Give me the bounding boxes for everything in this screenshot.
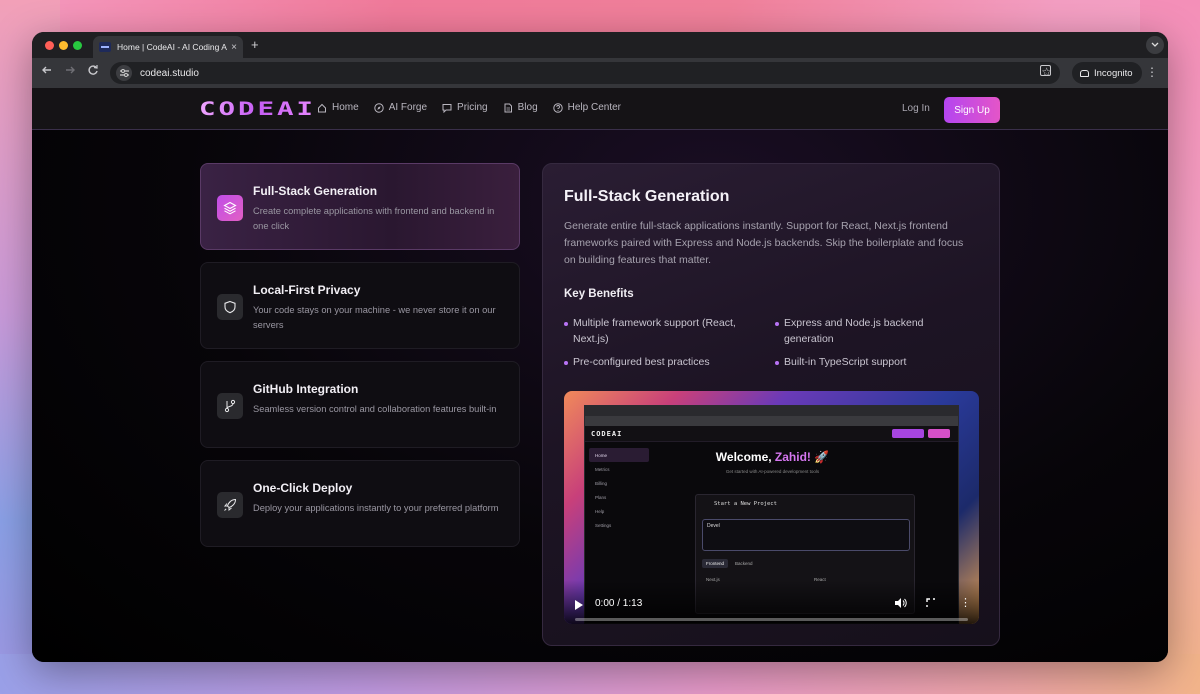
play-icon[interactable] xyxy=(575,600,583,610)
feature-card-full-stack[interactable]: Full-Stack Generation Create complete ap… xyxy=(200,163,520,250)
home-icon xyxy=(318,103,326,112)
video-app-button xyxy=(928,429,950,438)
chevron-down-icon xyxy=(1151,42,1159,47)
video-sidebar-item: Help xyxy=(595,508,605,514)
browser-menu-icon[interactable]: ⋮ xyxy=(1146,65,1158,79)
benefit-item: Express and Node.js backend generation xyxy=(775,315,965,347)
feature-detail-panel: Full-Stack Generation Generate entire fu… xyxy=(542,163,1000,646)
tab-search-button[interactable] xyxy=(1146,36,1164,54)
incognito-label: Incognito xyxy=(1094,67,1133,79)
incognito-icon xyxy=(1080,69,1089,77)
benefit-item: Multiple framework support (React, Next.… xyxy=(564,315,754,347)
video-tabs: Frontend Backend xyxy=(702,559,757,568)
help-icon xyxy=(552,102,563,113)
favicon-icon xyxy=(99,42,111,52)
feature-title: One-Click Deploy xyxy=(253,481,353,495)
login-link[interactable]: Log In xyxy=(902,103,930,114)
url-text: codeai.studio xyxy=(140,67,199,79)
detail-title: Full-Stack Generation xyxy=(564,188,730,205)
video-card-title: Start a New Project xyxy=(714,501,777,507)
browser-tab[interactable]: Home | CodeAI - AI Coding A × xyxy=(93,36,243,58)
site-logo[interactable]: CODEAI xyxy=(199,98,316,120)
shield-icon xyxy=(217,294,243,320)
video-progress-bar[interactable] xyxy=(575,618,968,621)
video-controls: 0:00 / 1:13 ⋮ xyxy=(564,580,979,624)
video-browser-tabbar xyxy=(585,406,958,416)
nav-link-label: Blog xyxy=(517,102,538,113)
benefit-item: Built-in TypeScript support xyxy=(775,354,965,370)
browser-window: Home | CodeAI - AI Coding A × + codeai.s… xyxy=(32,32,1168,662)
feature-title: Full-Stack Generation xyxy=(253,184,378,198)
maximize-window-button[interactable] xyxy=(73,41,82,50)
detail-description: Generate entire full-stack applications … xyxy=(564,220,964,266)
extensions-icon[interactable] xyxy=(1040,65,1051,76)
video-sidebar-item: Plans xyxy=(595,494,607,500)
nav-link-blog[interactable]: Blog xyxy=(503,102,538,113)
rocket-icon xyxy=(217,492,243,518)
reload-icon[interactable] xyxy=(87,64,99,76)
feature-title: Local-First Privacy xyxy=(253,283,361,297)
site-settings-icon[interactable] xyxy=(116,65,132,81)
more-options-icon[interactable]: ⋮ xyxy=(960,596,971,609)
video-sidebar-item: Billing xyxy=(595,480,608,486)
nav-link-pricing[interactable]: Pricing xyxy=(442,102,488,113)
feature-description: Your code stays on your machine - we nev… xyxy=(253,305,496,330)
benefit-item: Pre-configured best practices xyxy=(564,354,754,370)
nav-link-label: AI Forge xyxy=(388,102,428,113)
address-bar[interactable]: codeai.studio ☆ xyxy=(110,62,1060,84)
feature-title: GitHub Integration xyxy=(253,382,359,396)
feature-card-privacy[interactable]: Local-First Privacy Your code stays on y… xyxy=(200,262,520,349)
video-app-logo: CODEAI xyxy=(591,430,623,438)
nav-links: Home AI Forge Pricing Blog Help Center xyxy=(317,102,621,113)
video-sidebar-item: Settings xyxy=(595,522,612,528)
new-tab-button[interactable]: + xyxy=(251,37,259,52)
back-arrow-icon[interactable] xyxy=(41,64,53,76)
video-welcome-heading: Welcome, Zahid! 🚀 xyxy=(585,450,960,464)
nav-link-home[interactable]: Home xyxy=(317,102,359,113)
close-window-button[interactable] xyxy=(45,41,54,50)
browser-toolbar: codeai.studio ☆ Incognito ⋮ xyxy=(32,58,1168,88)
feature-description: Seamless version control and collaborati… xyxy=(253,404,497,414)
compass-icon xyxy=(373,102,384,113)
site-navbar: CODEAI Home AI Forge Pricing Blog Help C… xyxy=(32,88,1168,130)
document-icon xyxy=(504,103,512,112)
chat-icon xyxy=(442,103,452,113)
forward-arrow-icon[interactable] xyxy=(64,64,76,76)
video-tab: Frontend xyxy=(702,559,729,568)
demo-video-player[interactable]: CODEAI Home Metrics Billing Plans Help S… xyxy=(564,391,979,624)
nav-link-label: Home xyxy=(332,102,359,113)
incognito-indicator[interactable]: Incognito xyxy=(1072,62,1142,84)
nav-link-label: Pricing xyxy=(457,102,488,113)
video-tab: Backend xyxy=(735,561,753,566)
minimize-window-button[interactable] xyxy=(59,41,68,50)
tab-strip: Home | CodeAI - AI Coding A × + xyxy=(32,32,1168,58)
git-branch-icon xyxy=(217,393,243,419)
video-app-button xyxy=(892,429,924,438)
feature-description: Create complete applications with fronte… xyxy=(253,206,495,231)
video-welcome-prefix: Welcome, xyxy=(715,450,775,464)
video-welcome-subtitle: Get started with AI-powered development … xyxy=(725,469,820,474)
video-prompt-input: Devel xyxy=(702,519,910,551)
volume-icon[interactable] xyxy=(894,597,908,609)
signup-button[interactable]: Sign Up xyxy=(944,97,1000,123)
benefits-heading: Key Benefits xyxy=(564,288,634,300)
feature-description: Deploy your applications instantly to yo… xyxy=(253,503,499,513)
nav-link-help-center[interactable]: Help Center xyxy=(552,102,621,113)
tab-title: Home | CodeAI - AI Coding A xyxy=(117,42,227,52)
video-time: 0:00 / 1:13 xyxy=(595,598,643,609)
video-input-text: Devel xyxy=(707,523,720,529)
fullscreen-icon[interactable] xyxy=(926,598,935,607)
nav-link-ai-forge[interactable]: AI Forge xyxy=(373,102,428,113)
nav-link-label: Help Center xyxy=(567,102,621,113)
feature-card-github[interactable]: GitHub Integration Seamless version cont… xyxy=(200,361,520,448)
layers-icon xyxy=(217,195,243,221)
feature-card-deploy[interactable]: One-Click Deploy Deploy your application… xyxy=(200,460,520,547)
tab-close-icon[interactable]: × xyxy=(231,42,237,53)
rocket-emoji: 🚀 xyxy=(814,450,830,464)
video-welcome-name: Zahid! xyxy=(774,450,811,464)
video-browser-addressbar xyxy=(585,416,958,426)
page-content: CODEAI Home AI Forge Pricing Blog Help C… xyxy=(32,88,1168,662)
